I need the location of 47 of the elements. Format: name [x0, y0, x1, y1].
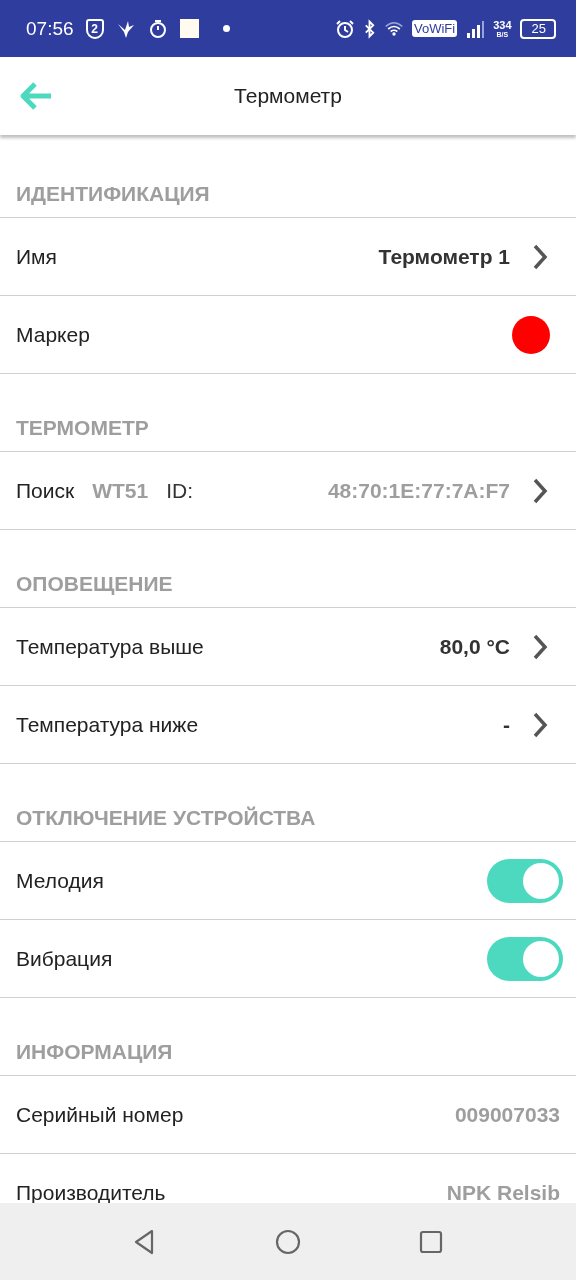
- row-label: Маркер: [16, 322, 90, 347]
- row-value: -: [503, 712, 510, 737]
- bluetooth-icon: [363, 18, 376, 39]
- toggle-switch[interactable]: [487, 936, 563, 981]
- row-label: Мелодия: [16, 868, 104, 893]
- row-value: Термометр 1: [378, 244, 510, 269]
- section-header: ИНФОРМАЦИЯ: [0, 998, 576, 1076]
- settings-row[interactable]: Маркер: [0, 296, 576, 374]
- settings-row[interactable]: Температура ниже -: [0, 686, 576, 764]
- chevron-right-icon: [532, 476, 548, 505]
- row-value: 80,0 °C: [439, 634, 510, 659]
- section-header: ИДЕНТИФИКАЦИЯ: [0, 135, 576, 218]
- settings-row[interactable]: Имя Термометр 1: [0, 218, 576, 296]
- device-model: WT51: [92, 478, 149, 503]
- row-value: 009007033: [454, 1102, 560, 1127]
- battery-icon: 25: [519, 18, 556, 39]
- chevron-right-icon: [532, 242, 548, 271]
- row-label: Поиск: [16, 478, 75, 503]
- row-label: Температура ниже: [16, 712, 199, 737]
- section-header: ОТКЛЮЧЕНИЕ УСТРОЙСТВА: [0, 764, 576, 842]
- id-label: ID:: [166, 478, 194, 503]
- screen-title: Термометр: [234, 84, 342, 108]
- row-label: Температура выше: [16, 634, 204, 659]
- row-label: Серийный номер: [16, 1102, 184, 1127]
- signal-icon: [465, 18, 486, 39]
- home-icon[interactable]: [275, 1228, 301, 1255]
- settings-row[interactable]: Поиск WT51 ID: 48:70:1E:77:7A:F7: [0, 452, 576, 530]
- stopwatch-icon: [147, 18, 168, 39]
- recents-icon[interactable]: [418, 1228, 444, 1255]
- clock-time: 07:56: [26, 17, 74, 40]
- row-label: Имя: [16, 244, 57, 269]
- chevron-right-icon: [532, 632, 548, 661]
- row-label: Вибрация: [16, 946, 113, 971]
- toggle-switch[interactable]: [487, 858, 563, 903]
- shield-badge: 2: [85, 18, 104, 39]
- alarm-icon: [335, 18, 355, 39]
- notification-dot-icon: [222, 25, 230, 32]
- speed-value: 334: [493, 19, 512, 31]
- row-value: NPK Relsib: [446, 1180, 560, 1203]
- section-header: ОПОВЕЩЕНИЕ: [0, 530, 576, 608]
- square-icon: [179, 19, 199, 38]
- section-header: ТЕРМОМЕТР: [0, 374, 576, 452]
- settings-row[interactable]: Температура выше 80,0 °C: [0, 608, 576, 686]
- chevron-right-icon: [532, 710, 548, 739]
- vowifi-badge: VoWiFi: [412, 20, 458, 37]
- device-id: 48:70:1E:77:7A:F7: [327, 478, 510, 503]
- row-label: Производитель: [16, 1180, 166, 1203]
